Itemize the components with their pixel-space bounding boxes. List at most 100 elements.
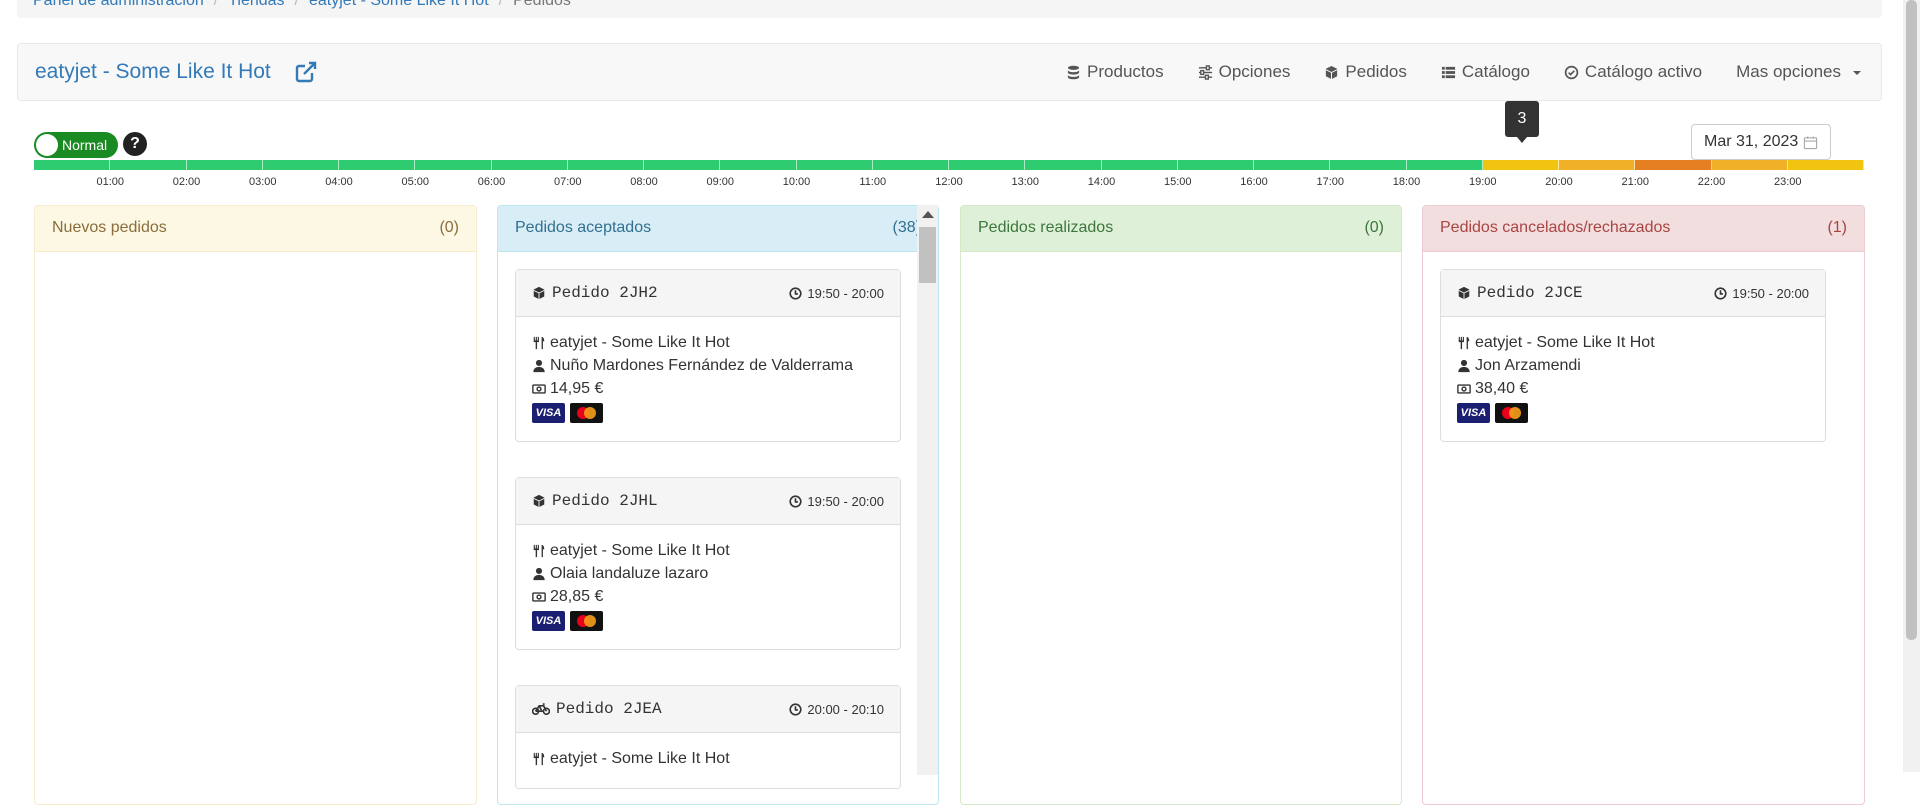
order-card-body: eatyjet - Some Like It Hot Olaia landalu… [516,525,900,649]
clock-icon [789,494,802,508]
timeline-hour-label: 08:00 [630,176,658,188]
nav-catalogo-activo[interactable]: Catálogo activo [1564,62,1702,82]
order-amount: 28,85 € [550,588,604,605]
mode-toggle-label: Normal [62,137,108,153]
external-link-icon[interactable] [294,60,318,84]
nav-pedidos[interactable]: Pedidos [1324,62,1407,82]
timeline-segment[interactable] [567,160,644,170]
payment-methods: VISA [1457,403,1809,423]
scroll-up-icon[interactable] [922,211,934,218]
mastercard-icon [570,403,603,423]
column-completed-orders: Pedidos realizados (0) [960,205,1402,805]
timeline-segment[interactable] [796,160,873,170]
order-customer-row: Olaia landaluze lazaro [532,562,884,585]
calendar-icon [1803,136,1818,150]
order-store: eatyjet - Some Like It Hot [550,542,730,559]
timeline-segment[interactable] [34,160,111,170]
scrollbar-thumb[interactable] [919,227,936,283]
order-time: 19:50 - 20:00 [789,286,884,301]
nav-mas-opciones[interactable]: Mas opciones [1736,62,1861,82]
order-time-text: 19:50 - 20:00 [1732,285,1809,301]
breadcrumb-store[interactable]: eatyjet - Some Like It Hot [309,0,489,10]
timeline-hour-label: 17:00 [1316,176,1345,188]
utensils-icon [1458,336,1470,349]
breadcrumb-admin[interactable]: Panel de administración [33,0,204,10]
timeline-hour-label: 12:00 [935,176,963,188]
question-circle-icon[interactable]: ? [123,132,147,156]
page-scrollbar[interactable] [1903,0,1920,772]
visa-icon: VISA [532,403,565,423]
timeline-segment[interactable] [1406,160,1483,170]
timeline-hour-label: 06:00 [477,176,506,188]
utensils-icon [533,544,545,557]
timeline-segment[interactable] [1254,160,1331,170]
timeline-hour-label: 07:00 [553,176,582,188]
order-customer-row: Nuño Mardones Fernández de Valderrama [532,354,884,377]
column-header: Pedidos aceptados (38) [498,206,938,252]
timeline-hour-label: 23:00 [1773,176,1802,188]
nav-opciones[interactable]: Opciones [1198,62,1290,82]
order-card[interactable]: Pedido 2JHL 19:50 - 20:00 eatyjet - Some… [515,477,901,650]
column-title: Nuevos pedidos [52,219,167,236]
timeline-hour-label: 20:00 [1545,176,1573,188]
timeline-segment[interactable] [1101,160,1178,170]
order-card[interactable]: Pedido 2JH2 19:50 - 20:00 eatyjet - Some… [515,269,901,442]
cube-icon [1458,286,1470,300]
timeline-segment[interactable] [415,160,492,170]
column-header: Nuevos pedidos (0) [35,206,476,252]
order-customer-row: Jon Arzamendi [1457,354,1809,377]
order-store-row: eatyjet - Some Like It Hot [532,539,884,562]
timeline-hour-label: 01:00 [96,176,125,188]
timeline-hour-label: 05:00 [401,176,430,188]
column-title: Pedidos realizados [978,219,1114,236]
breadcrumb-separator: / [294,0,299,9]
toggle-knob [36,134,58,156]
nav-pedidos-label: Pedidos [1345,62,1407,81]
money-icon [1457,383,1471,394]
date-input[interactable]: Mar 31, 2023 [1691,124,1831,160]
page-scrollbar-thumb[interactable] [1906,0,1917,640]
breadcrumb-stores[interactable]: Tiendas [228,0,284,10]
timeline-segment[interactable] [1635,160,1712,170]
order-id: Pedido 2JHL [532,492,658,510]
column-accepted-orders: Pedidos aceptados (38) Pedido 2JH2 19:50… [497,205,939,805]
order-card-header: Pedido 2JEA 20:00 - 20:10 [516,686,900,733]
breadcrumb-separator: / [213,0,219,9]
payment-methods: VISA [532,403,884,423]
order-amount-row: 28,85 € [532,585,884,608]
timeline-segment[interactable] [339,160,416,170]
timeline-segment[interactable] [1787,160,1864,170]
timeline-segment[interactable] [1025,160,1102,170]
breadcrumb-separator: / [498,0,504,9]
timeline-segment[interactable] [1711,160,1788,170]
timeline-segment[interactable] [186,160,263,170]
nav-catalogo[interactable]: Catálogo [1441,62,1530,82]
cube-icon [533,494,545,508]
timeline-segment[interactable] [491,160,568,170]
page-title[interactable]: eatyjet - Some Like It Hot [35,60,271,84]
timeline-segment[interactable] [644,160,721,170]
column-scrollbar[interactable] [917,205,938,775]
timeline-segment[interactable] [110,160,187,170]
timeline-segment[interactable] [1177,160,1254,170]
mode-toggle[interactable]: Normal [34,132,118,158]
timeline-segment[interactable] [262,160,339,170]
timeline-hour-label: 14:00 [1087,176,1116,188]
nav-productos[interactable]: Productos [1066,62,1164,82]
store-nav: Productos Opciones Pedidos Catálogo Catá… [1032,62,1861,82]
timeline-segment[interactable] [949,160,1026,170]
visa-icon: VISA [532,611,565,631]
column-header: Pedidos realizados (0) [961,206,1401,252]
timeline-segment[interactable] [1559,160,1636,170]
timeline-segment[interactable] [720,160,797,170]
timeline-segment[interactable] [872,160,949,170]
timeline-segment[interactable] [1330,160,1407,170]
order-card[interactable]: Pedido 2JEA 20:00 - 20:10 eatyjet - Some… [515,685,901,789]
order-card[interactable]: Pedido 2JCE 19:50 - 20:00 eatyjet - Some… [1440,269,1826,442]
order-store-row: eatyjet - Some Like It Hot [532,331,884,354]
order-id: Pedido 2JEA [532,700,662,718]
order-card-header: Pedido 2JH2 19:50 - 20:00 [516,270,900,317]
timeline-bar[interactable] [34,160,1864,170]
timeline-segment[interactable] [1482,160,1559,170]
order-store: eatyjet - Some Like It Hot [550,334,730,351]
